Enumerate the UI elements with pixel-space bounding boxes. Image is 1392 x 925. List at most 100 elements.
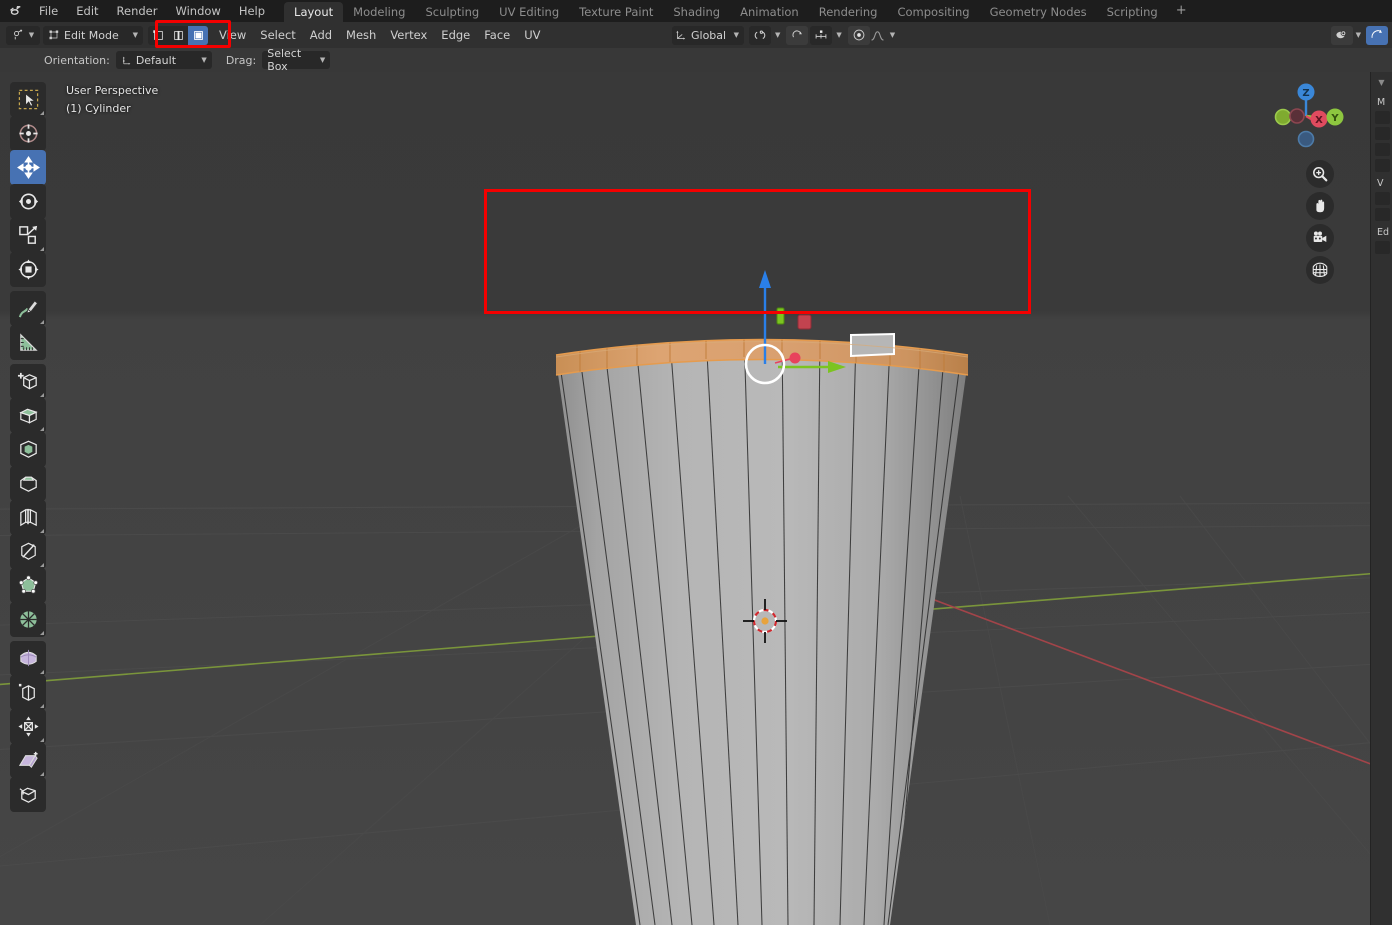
viewport-info-overlay: User Perspective (1) Cylinder	[66, 82, 158, 118]
viewport-shading-icon[interactable]	[1366, 26, 1388, 45]
top-menu-bar: File Edit Render Window Help Layout Mode…	[0, 0, 1392, 22]
knife-tool[interactable]	[10, 534, 46, 569]
proportional-falloff-icon[interactable]	[870, 26, 886, 45]
workspace-tab-sculpting[interactable]: Sculpting	[415, 2, 489, 22]
loop-cut-tool[interactable]	[10, 500, 46, 535]
npanel-field[interactable]	[1375, 143, 1390, 156]
inset-faces-tool[interactable]	[10, 432, 46, 467]
scale-tool[interactable]	[10, 218, 46, 253]
sidebar-n-panel[interactable]: ▼ M V Ed	[1370, 72, 1392, 925]
menu-view[interactable]: View	[212, 22, 253, 48]
drag-label: Drag:	[226, 54, 256, 67]
workspace-tab-rendering[interactable]: Rendering	[809, 2, 888, 22]
chevron-down-icon[interactable]: ▼	[1371, 78, 1392, 87]
viewport-toolbar	[10, 82, 46, 811]
menu-edit[interactable]: Edit	[67, 0, 107, 22]
npanel-field[interactable]	[1375, 192, 1390, 205]
transform-controls: Global ▼ ▼ ▼ ▼	[672, 26, 895, 45]
menu-uv[interactable]: UV	[517, 22, 547, 48]
orientation-dropdown[interactable]: Default ▼	[116, 51, 212, 69]
annotate-tool[interactable]	[10, 291, 46, 326]
shrink-fatten-tool[interactable]	[10, 709, 46, 744]
menu-window[interactable]: Window	[166, 0, 229, 22]
workspace-tab-modeling[interactable]: Modeling	[343, 2, 415, 22]
mode-label: Edit Mode	[64, 29, 119, 42]
svg-text:Z: Z	[1302, 88, 1309, 99]
workspace-tab-animation[interactable]: Animation	[730, 2, 809, 22]
viewport-scene	[0, 72, 1392, 925]
extrude-region-tool[interactable]	[10, 398, 46, 433]
blender-logo-icon[interactable]	[0, 0, 30, 22]
orientation-label: Orientation:	[44, 54, 110, 67]
npanel-section-view: V	[1371, 178, 1392, 189]
camera-icon[interactable]	[1306, 224, 1334, 252]
menu-vertex[interactable]: Vertex	[383, 22, 434, 48]
axis-neg-x	[1290, 109, 1304, 123]
npanel-field[interactable]	[1375, 159, 1390, 172]
face-select-button[interactable]	[188, 26, 208, 45]
show-gizmo-icon[interactable]	[1331, 26, 1353, 45]
workspace-tab-scripting[interactable]: Scripting	[1097, 2, 1168, 22]
menu-edge[interactable]: Edge	[434, 22, 477, 48]
grid-icon[interactable]	[1306, 256, 1334, 284]
add-workspace-button[interactable]: +	[1168, 0, 1195, 22]
transform-tool[interactable]	[10, 252, 46, 287]
bevel-tool[interactable]	[10, 466, 46, 501]
move-tool[interactable]	[10, 150, 46, 185]
menu-mesh[interactable]: Mesh	[339, 22, 383, 48]
smooth-tool[interactable]	[10, 641, 46, 676]
navigation-gizmo[interactable]: Z X Y	[1267, 77, 1345, 155]
snap-magnet-icon[interactable]	[749, 26, 771, 45]
add-cube-tool[interactable]	[10, 364, 46, 399]
npanel-field[interactable]	[1375, 111, 1390, 124]
hand-icon[interactable]	[1306, 192, 1334, 220]
workspace-tab-layout[interactable]: Layout	[284, 2, 343, 22]
axis-neg-y	[1276, 110, 1291, 125]
tool-settings-bar: Orientation: Default ▼ Drag: Select Box …	[0, 48, 1392, 72]
drag-dropdown[interactable]: Select Box ▼	[262, 51, 330, 69]
workspace-tab-compositing[interactable]: Compositing	[887, 2, 979, 22]
drag-field-value: Select Box	[267, 47, 317, 73]
edge-slide-tool[interactable]	[10, 675, 46, 710]
snap-target-icon[interactable]	[786, 26, 808, 45]
rip-region-tool[interactable]	[10, 777, 46, 812]
npanel-field[interactable]	[1375, 241, 1390, 254]
orientation-value: Global	[691, 29, 726, 42]
workspace-tab-geometry-nodes[interactable]: Geometry Nodes	[980, 2, 1097, 22]
proportional-editing-icon[interactable]	[848, 26, 870, 45]
menu-file[interactable]: File	[30, 0, 67, 22]
workspace-tab-uv-editing[interactable]: UV Editing	[489, 2, 569, 22]
npanel-field[interactable]	[1375, 208, 1390, 221]
spin-tool[interactable]	[10, 602, 46, 637]
editor-type-icon[interactable]: ▼	[6, 26, 40, 45]
rotate-tool[interactable]	[10, 184, 46, 219]
workspace-tab-texture-paint[interactable]: Texture Paint	[569, 2, 663, 22]
workspace-tab-shading[interactable]: Shading	[663, 2, 730, 22]
poly-build-tool[interactable]	[10, 568, 46, 603]
menu-select[interactable]: Select	[253, 22, 302, 48]
vertex-select-button[interactable]	[148, 26, 168, 45]
measure-tool[interactable]	[10, 325, 46, 360]
cursor-tool[interactable]	[10, 116, 46, 151]
menu-face[interactable]: Face	[477, 22, 517, 48]
snap-increment-icon[interactable]	[810, 26, 832, 45]
npanel-section-edit: Ed	[1371, 227, 1392, 238]
perspective-label: User Perspective	[66, 82, 158, 100]
menu-help[interactable]: Help	[230, 0, 274, 22]
zoom-icon[interactable]	[1306, 160, 1334, 188]
tweak-select-box-tool[interactable]	[10, 82, 46, 117]
3d-viewport[interactable]	[0, 72, 1392, 925]
npanel-field[interactable]	[1375, 127, 1390, 140]
menu-add[interactable]: Add	[303, 22, 339, 48]
transform-orientation-dropdown[interactable]: Global ▼	[672, 26, 744, 45]
npanel-section-mesh: M	[1371, 97, 1392, 108]
edge-select-button[interactable]	[168, 26, 188, 45]
header-right-controls: ▼	[1329, 22, 1388, 48]
viewport-header: ▼ Edit Mode ▼ View Select Add Mesh Verte…	[0, 22, 1392, 48]
mode-select-dropdown[interactable]: Edit Mode ▼	[43, 26, 143, 45]
viewport-nav-buttons	[1306, 160, 1334, 284]
shear-tool[interactable]	[10, 743, 46, 778]
select-mode-group	[148, 26, 208, 45]
orientation-field-value: Default	[136, 54, 176, 67]
menu-render[interactable]: Render	[108, 0, 167, 22]
